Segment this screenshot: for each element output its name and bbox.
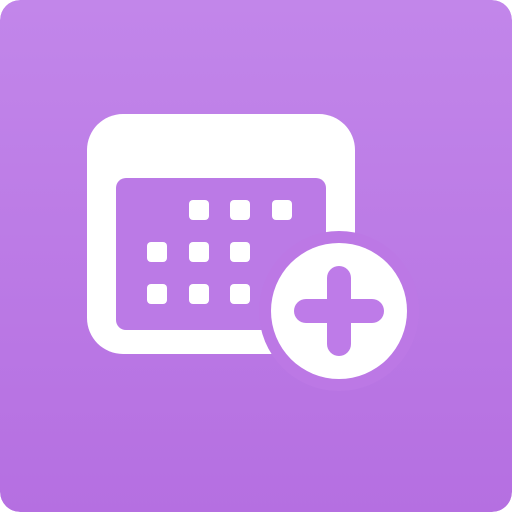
date-dot (147, 284, 167, 304)
date-dot (230, 284, 250, 304)
date-dot (189, 200, 209, 220)
add-calendar-app-icon[interactable] (0, 0, 512, 512)
date-dot (147, 242, 167, 262)
date-dot (230, 200, 250, 220)
date-dot (230, 242, 250, 262)
date-dot (189, 242, 209, 262)
calendar-plus-icon (0, 0, 512, 512)
plus-badge (259, 231, 419, 391)
date-dot (189, 284, 209, 304)
date-dot (272, 200, 292, 220)
